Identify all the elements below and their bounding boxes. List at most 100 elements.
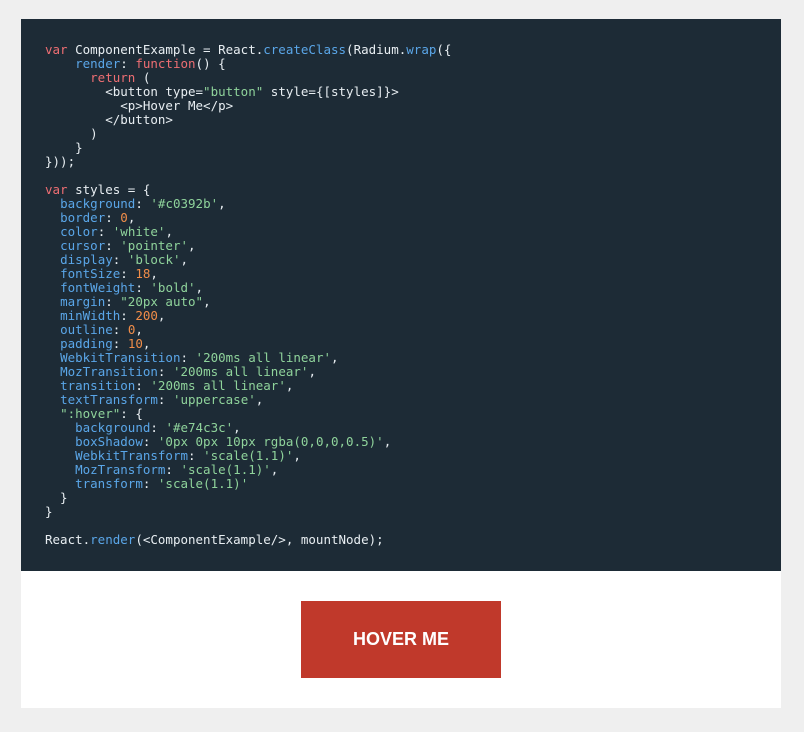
hover-me-button[interactable]: Hover Me (301, 601, 501, 678)
code-line: margin: "20px auto", (45, 295, 451, 309)
code-token: fontWeight (60, 280, 136, 295)
code-token: () { (195, 56, 226, 71)
code-token: (<ComponentExample/>, mountNode); (135, 532, 384, 547)
code-line: border: 0, (45, 211, 451, 225)
code-token: ":hover" (60, 406, 121, 421)
code-token: 'white' (112, 224, 166, 239)
code-line: render: function() { (45, 57, 451, 71)
code-token: React. (45, 532, 91, 547)
code-line: var styles = { (45, 183, 451, 197)
code-line: WebkitTransition: '200ms all linear', (45, 351, 451, 365)
code-token: , (308, 364, 316, 379)
code-token: render (75, 56, 121, 71)
code-line: } (45, 505, 451, 519)
code-token: color (60, 224, 98, 239)
code-token: WebkitTransition (60, 350, 181, 365)
code-token: })); (45, 154, 76, 169)
code-token: } (45, 490, 68, 505)
code-token: <button type= (45, 84, 204, 99)
code-token: 10 (127, 336, 143, 351)
code-line: <p>Hover Me</p> (45, 99, 451, 113)
code-token: : (180, 350, 196, 365)
code-token: '#e74c3c' (165, 420, 234, 435)
code-token: ( (135, 70, 151, 85)
code-token: : (142, 476, 158, 491)
code-token: 'bold' (150, 280, 196, 295)
code-token: margin (60, 294, 106, 309)
code-line: return ( (45, 71, 451, 85)
code-line: outline: 0, (45, 323, 451, 337)
code-token: , (270, 462, 279, 477)
code-token: , (188, 238, 196, 253)
code-line: ":hover": { (45, 407, 451, 421)
code-token: 'scale(1.1)' (203, 448, 294, 463)
code-token: padding (60, 336, 113, 351)
code-line: } (45, 491, 451, 505)
code-token: , (165, 224, 173, 239)
code-token: , (135, 322, 143, 337)
code-token: , (150, 266, 158, 281)
code-line: padding: 10, (45, 337, 451, 351)
code-token: textTransform (60, 392, 158, 407)
code-token: : (135, 280, 151, 295)
code-token: </button> (45, 112, 173, 127)
code-token: '#c0392b' (150, 196, 219, 211)
code-token: "button" (203, 84, 264, 99)
code-line: fontSize: 18, (45, 267, 451, 281)
code-line: <button type="button" style={[styles]}> (45, 85, 451, 99)
code-token: <p>Hover Me</p> (45, 98, 234, 113)
code-token: : (105, 294, 121, 309)
example-card: var ComponentExample = React.createClass… (21, 19, 781, 708)
code-line: color: 'white', (45, 225, 451, 239)
code-line: cursor: 'pointer', (45, 239, 451, 253)
code-token: function (135, 56, 196, 71)
code-token: , (157, 308, 166, 323)
code-token: } (45, 140, 83, 155)
preview-area: Hover Me (21, 571, 781, 708)
code-token: (Radium. (346, 42, 407, 57)
code-token: : (157, 392, 173, 407)
code-token: , (142, 336, 151, 351)
code-token: 'pointer' (120, 238, 189, 253)
code-line: MozTransition: '200ms all linear', (45, 365, 451, 379)
code-line: WebkitTransform: 'scale(1.1)', (45, 449, 451, 463)
code-line: textTransform: 'uppercase', (45, 393, 451, 407)
code-token: : (135, 378, 151, 393)
code-block[interactable]: var ComponentExample = React.createClass… (45, 43, 451, 547)
code-token: , (285, 378, 294, 393)
code-token: "20px auto" (120, 294, 204, 309)
code-line: ) (45, 127, 451, 141)
code-token: return (90, 70, 136, 85)
code-line: display: 'block', (45, 253, 451, 267)
code-token: fontSize (60, 266, 121, 281)
code-line: MozTransform: 'scale(1.1)', (45, 463, 451, 477)
code-token: outline (60, 322, 113, 337)
code-token: ({ (436, 42, 452, 57)
code-token: , (203, 294, 211, 309)
code-token: : (120, 308, 136, 323)
code-token: : (112, 322, 128, 337)
code-panel: var ComponentExample = React.createClass… (21, 19, 781, 571)
code-line: boxShadow: '0px 0px 10px rgba(0,0,0,0.5)… (45, 435, 451, 449)
code-token: var (45, 42, 68, 57)
code-token: : (105, 210, 121, 225)
code-token: : (105, 238, 121, 253)
code-token: : (157, 364, 173, 379)
code-token: 0 (120, 210, 128, 225)
